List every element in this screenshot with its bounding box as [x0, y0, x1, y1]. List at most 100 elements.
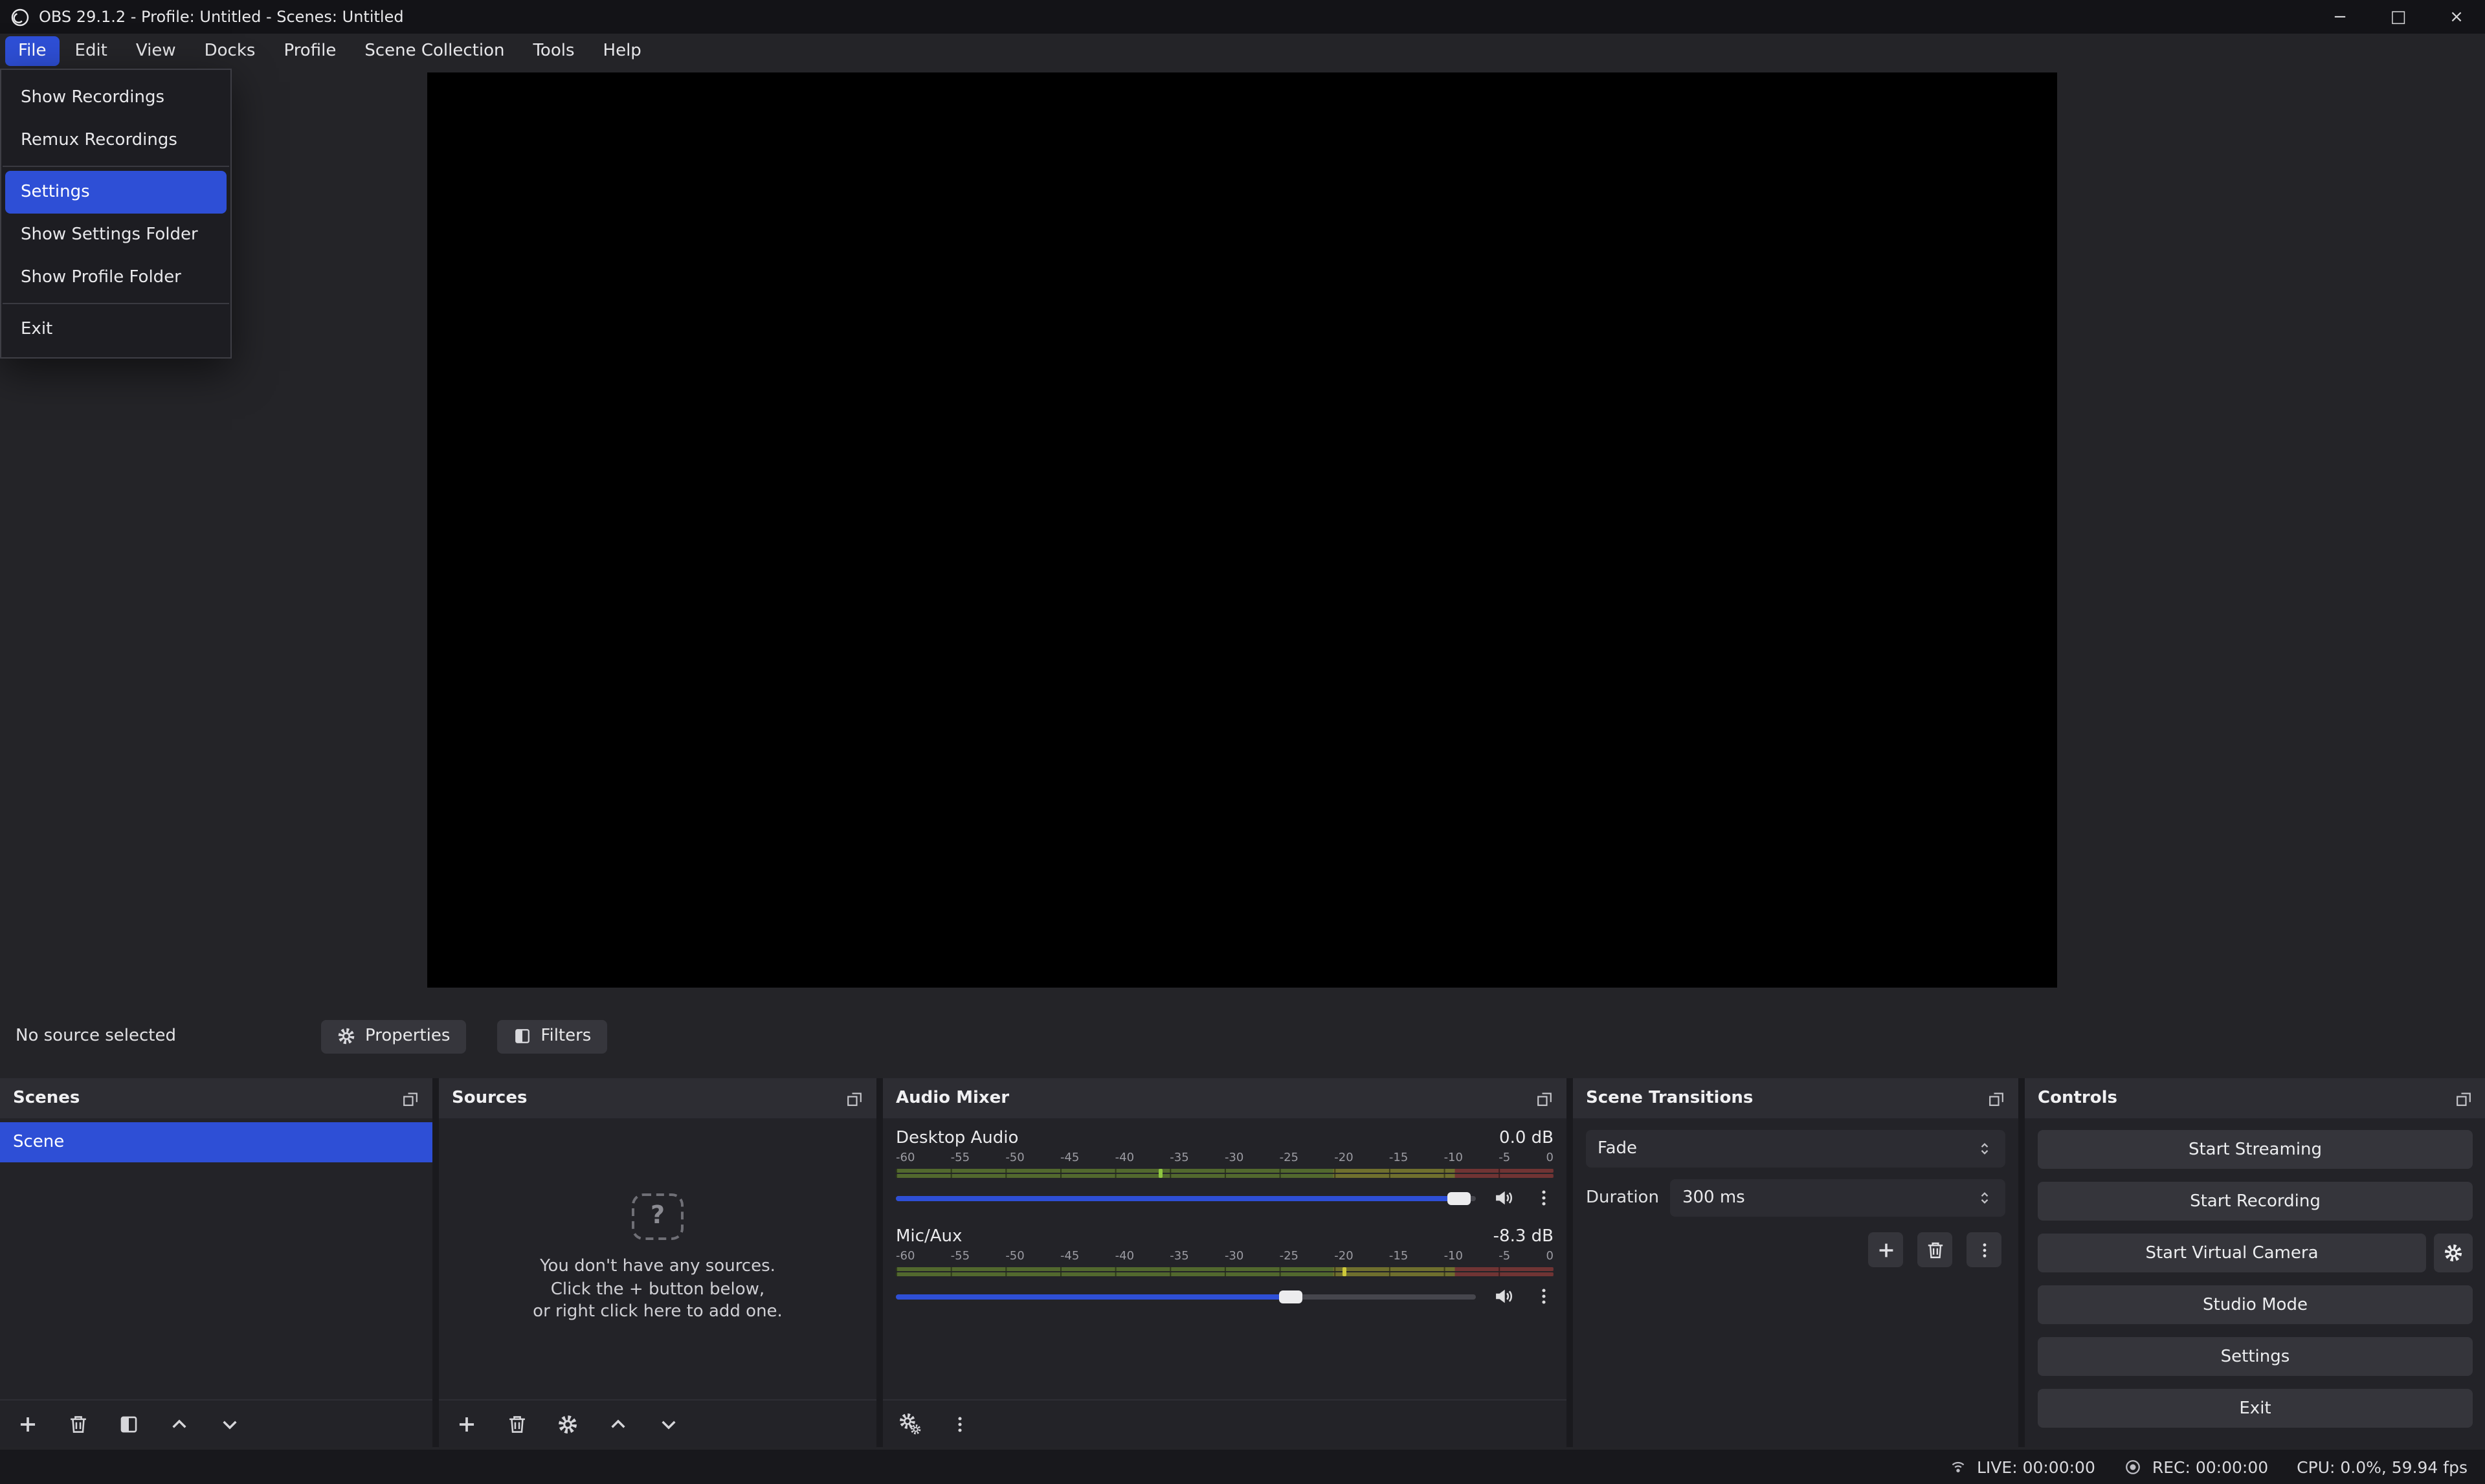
channel-options-kebab-icon[interactable]	[1534, 1287, 1554, 1306]
window-title: OBS 29.1.2 - Profile: Untitled - Scenes:…	[39, 8, 404, 26]
menu-help[interactable]: Help	[590, 36, 654, 66]
file-menu-show-settings-folder[interactable]: Show Settings Folder	[5, 214, 227, 256]
controls-body: Start Streaming Start Recording Start Vi…	[2025, 1118, 2485, 1447]
start-recording-button[interactable]: Start Recording	[2038, 1182, 2473, 1221]
plus-icon	[1875, 1239, 1896, 1260]
menu-file[interactable]: File	[5, 36, 60, 66]
audio-mixer-body: Desktop Audio 0.0 dB -60-55-50-45-40-35-…	[883, 1118, 1566, 1399]
add-scene-icon[interactable]	[17, 1413, 39, 1435]
add-transition-button[interactable]	[1868, 1232, 1903, 1267]
sources-empty-state: ? You don't have any sources. Click the …	[439, 1118, 876, 1399]
dock-area: Scenes Scene Sources ?	[0, 1078, 2485, 1447]
file-menu-remux-recordings[interactable]: Remux Recordings	[5, 119, 227, 162]
meter-scale-tick: -40	[1115, 1250, 1134, 1265]
menu-docks[interactable]: Docks	[192, 36, 269, 66]
popout-icon[interactable]	[1535, 1089, 1554, 1107]
advanced-audio-properties-icon[interactable]	[900, 1413, 922, 1435]
transition-select[interactable]: Fade	[1586, 1130, 2005, 1168]
meter-scale-tick: -20	[1334, 1250, 1353, 1265]
scenes-toolbar	[0, 1399, 432, 1447]
channel-db-value: 0.0 dB	[1499, 1129, 1554, 1148]
file-menu-settings[interactable]: Settings	[5, 171, 227, 214]
live-status: LIVE: 00:00:00	[1948, 1457, 2095, 1477]
remove-transition-button[interactable]	[1917, 1232, 1952, 1267]
move-scene-down-icon[interactable]	[219, 1413, 241, 1435]
speaker-icon[interactable]	[1493, 1285, 1515, 1307]
menu-separator	[3, 166, 229, 167]
properties-button[interactable]: Properties	[321, 1019, 465, 1053]
sources-list[interactable]: ? You don't have any sources. Click the …	[439, 1118, 876, 1399]
remove-source-icon[interactable]	[506, 1413, 528, 1435]
exit-button[interactable]: Exit	[2038, 1389, 2473, 1428]
popout-icon[interactable]	[845, 1089, 864, 1107]
volume-slider[interactable]	[896, 1294, 1476, 1299]
meter-scale-tick: -30	[1225, 1250, 1243, 1265]
controls-panel: Controls Start Streaming Start Recording…	[2025, 1078, 2485, 1447]
filters-button[interactable]: Filters	[496, 1019, 607, 1053]
minimize-button[interactable]: −	[2311, 0, 2369, 34]
spinbox-arrows-icon[interactable]	[1976, 1187, 1994, 1209]
scene-list-item[interactable]: Scene	[0, 1122, 432, 1162]
menu-view[interactable]: View	[123, 36, 189, 66]
mixer-channel-mic-aux: Mic/Aux -8.3 dB -60-55-50-45-40-35-30-25…	[883, 1217, 1566, 1307]
menu-tools[interactable]: Tools	[520, 36, 587, 66]
filter-icon	[512, 1026, 531, 1046]
preview-canvas[interactable]	[427, 72, 2057, 988]
gear-icon	[337, 1026, 356, 1046]
studio-mode-button[interactable]: Studio Mode	[2038, 1285, 2473, 1324]
empty-state-line: Click the + button below,	[551, 1278, 764, 1301]
move-source-down-icon[interactable]	[658, 1413, 680, 1435]
file-menu-exit[interactable]: Exit	[5, 308, 227, 351]
meter-scale-tick: 0	[1546, 1250, 1553, 1265]
audio-mixer-header: Audio Mixer	[883, 1078, 1566, 1118]
add-source-icon[interactable]	[456, 1413, 478, 1435]
popout-icon[interactable]	[2455, 1089, 2473, 1107]
duration-value: 300 ms	[1682, 1188, 1745, 1208]
volume-meter	[896, 1267, 1554, 1278]
popout-icon[interactable]	[1987, 1089, 2005, 1107]
transition-selected-value: Fade	[1598, 1139, 1637, 1158]
transition-properties-button[interactable]	[1967, 1232, 2001, 1267]
menu-profile[interactable]: Profile	[271, 36, 349, 66]
mixer-channel-desktop-audio: Desktop Audio 0.0 dB -60-55-50-45-40-35-…	[883, 1118, 1566, 1209]
settings-button[interactable]: Settings	[2038, 1337, 2473, 1376]
file-menu-show-profile-folder[interactable]: Show Profile Folder	[5, 256, 227, 299]
menu-scene-collection[interactable]: Scene Collection	[351, 36, 517, 66]
record-icon	[2124, 1457, 2143, 1477]
mixer-options-kebab-icon[interactable]	[950, 1414, 970, 1434]
scenes-panel-header: Scenes	[0, 1078, 432, 1118]
file-menu-show-recordings[interactable]: Show Recordings	[5, 76, 227, 119]
maximize-button[interactable]: □	[2369, 0, 2427, 34]
meter-scale-tick: -45	[1060, 1152, 1079, 1166]
remove-scene-icon[interactable]	[67, 1413, 89, 1435]
scene-transitions-panel: Scene Transitions Fade Duration 300 ms	[1573, 1078, 2018, 1447]
move-scene-up-icon[interactable]	[168, 1413, 190, 1435]
scenes-list[interactable]: Scene	[0, 1118, 432, 1399]
meter-scale-tick: -60	[896, 1250, 915, 1265]
sources-panel-header: Sources	[439, 1078, 876, 1118]
status-stats: LIVE: 00:00:00 REC: 00:00:00 CPU: 0.0%, …	[1948, 1457, 2468, 1477]
menu-edit[interactable]: Edit	[62, 36, 120, 66]
move-source-up-icon[interactable]	[607, 1413, 629, 1435]
sources-toolbar	[439, 1399, 876, 1447]
source-toolbar: No source selected Properties Filters	[0, 1015, 2485, 1058]
start-virtual-camera-button[interactable]: Start Virtual Camera	[2038, 1234, 2426, 1272]
start-streaming-button[interactable]: Start Streaming	[2038, 1130, 2473, 1169]
close-button[interactable]: ×	[2427, 0, 2485, 34]
volume-slider-handle[interactable]	[1278, 1290, 1302, 1303]
cpu-fps-stats: CPU: 0.0%, 59.94 fps	[2297, 1457, 2468, 1477]
channel-options-kebab-icon[interactable]	[1534, 1188, 1554, 1208]
scene-filters-icon[interactable]	[118, 1413, 140, 1435]
meter-scale-tick: -35	[1170, 1152, 1188, 1166]
popout-icon[interactable]	[401, 1089, 419, 1107]
volume-slider-handle[interactable]	[1447, 1191, 1470, 1204]
volume-slider[interactable]	[896, 1195, 1476, 1201]
virtual-camera-config-button[interactable]	[2434, 1234, 2473, 1272]
meter-scale-tick: -25	[1280, 1152, 1298, 1166]
volume-row	[896, 1187, 1554, 1209]
meter-scale-tick: -55	[951, 1152, 970, 1166]
source-properties-gear-icon[interactable]	[557, 1413, 579, 1435]
duration-spinbox[interactable]: 300 ms	[1671, 1179, 2005, 1217]
meter-scale: -60-55-50-45-40-35-30-25-20-15-10-50	[896, 1152, 1554, 1166]
speaker-icon[interactable]	[1493, 1187, 1515, 1209]
